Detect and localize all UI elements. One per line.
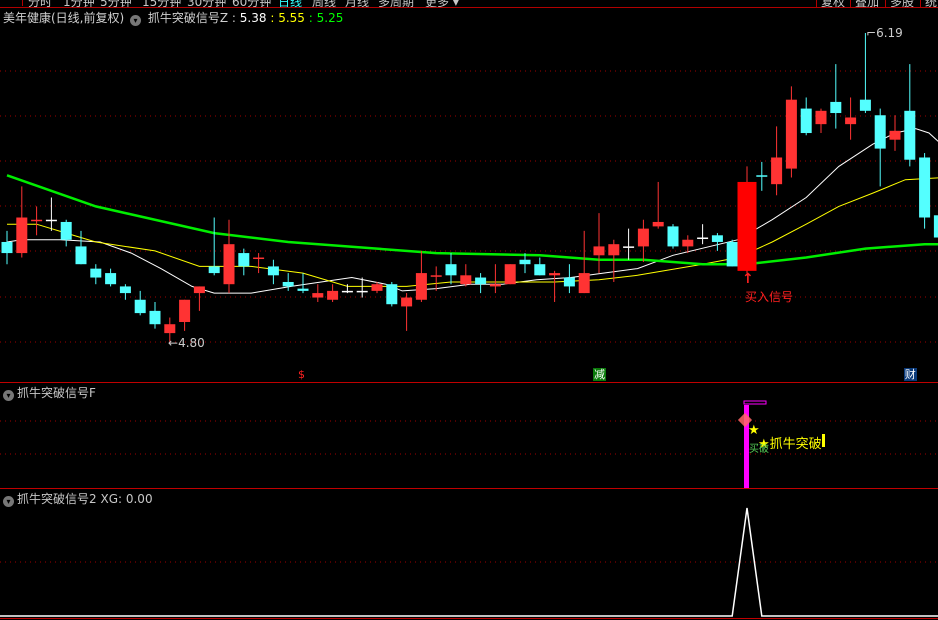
panel3-title: 抓牛突破信号2 (17, 492, 97, 506)
candle-body (1, 241, 13, 254)
buy-signal-label: 买入信号 (745, 290, 794, 304)
candle-body (45, 219, 57, 222)
candle-body (415, 273, 427, 300)
candle-body (726, 241, 738, 267)
candle-body (386, 284, 398, 305)
ma-line-long (6, 174, 938, 266)
candle-body (282, 281, 294, 287)
panel-divider (0, 488, 938, 489)
candle-body (164, 324, 176, 334)
candle-body (504, 264, 516, 285)
candle-body (608, 244, 620, 256)
candle-body (312, 293, 324, 298)
candle-body (475, 277, 487, 285)
candle-body (756, 175, 768, 177)
event-tag[interactable]: 减 (593, 368, 606, 381)
xg-value: 0.00 (125, 492, 153, 506)
candle-body (933, 215, 938, 238)
candle-body (652, 221, 664, 227)
event-tag[interactable]: $ (297, 368, 306, 381)
kline-chart (0, 33, 938, 617)
candle-body (223, 244, 235, 285)
candle-body (845, 117, 857, 125)
candle-body (534, 264, 546, 276)
candle-body (327, 290, 339, 300)
candle-body (711, 235, 723, 242)
candle-body (682, 239, 694, 247)
panel2-header: ▾ 抓牛突破信号F (1, 384, 96, 401)
candle-body (401, 297, 413, 307)
candle-body (356, 290, 368, 293)
candle-body (785, 99, 797, 169)
candle-body (179, 299, 191, 322)
candle-body (430, 275, 442, 277)
candle-body (16, 217, 28, 254)
candle-body (578, 273, 590, 294)
signal-small-label: 买破 (749, 444, 769, 455)
signal-bar-cap (743, 400, 767, 405)
candle-body (489, 284, 501, 287)
panel-divider (0, 618, 938, 619)
left-arrow-icon: ← (168, 336, 179, 350)
ma-line-short (6, 128, 938, 294)
candle-body (737, 181, 757, 271)
low-price-annotation: ←4.80 (168, 336, 205, 350)
candle-body (697, 237, 709, 240)
candle-body (134, 299, 146, 314)
candle-body (771, 157, 783, 185)
candle-body (800, 108, 812, 134)
candle-body (815, 110, 827, 125)
xg-label: XG: (100, 492, 123, 506)
candle-body (341, 290, 353, 293)
candle-body (667, 226, 679, 247)
event-tag[interactable]: 财 (903, 368, 917, 381)
candle-body (623, 246, 635, 248)
candle-body (90, 268, 102, 278)
candle-body (904, 110, 916, 160)
candle-body (371, 284, 383, 291)
ma-line-mid (7, 177, 938, 287)
candle-body (193, 286, 205, 294)
candle-body (31, 219, 43, 222)
candle-body (60, 221, 72, 240)
candle-body (75, 246, 87, 265)
indicator-menu-icon[interactable]: ▾ (3, 496, 14, 507)
candle-body (445, 264, 457, 276)
star-icon: ★ (748, 423, 760, 438)
candle-body (830, 101, 842, 114)
panel3-header: ▾ 抓牛突破信号2 XG: 0.00 (1, 490, 153, 507)
low-price-label: 4.80 (178, 336, 205, 350)
high-price-label: 6.19 (876, 26, 903, 40)
candle-body (208, 266, 220, 274)
candle-body (637, 228, 649, 247)
candle-body (519, 259, 531, 265)
candle-body (874, 115, 886, 149)
candle-body (460, 275, 472, 285)
candle-body (919, 157, 931, 218)
panel2-title: 抓牛突破信号F (17, 386, 96, 400)
candle-body (119, 286, 131, 294)
high-price-annotation: ⌐6.19 (866, 26, 903, 40)
panel-divider (0, 382, 938, 383)
candle-body (105, 273, 117, 285)
candle-body (149, 310, 161, 325)
high-arrow-icon: ⌐ (866, 26, 877, 40)
candle-body (253, 257, 265, 260)
indicator-menu-icon[interactable]: ▾ (3, 390, 14, 401)
signal-marker-bar (822, 434, 825, 447)
candle-body (889, 130, 901, 140)
candle-body (267, 266, 279, 276)
candle-body (297, 288, 309, 291)
candle-body (859, 99, 871, 111)
candle-body (238, 253, 250, 267)
up-arrow-icon: ↑ (742, 271, 754, 287)
candle-body (549, 273, 561, 276)
candle-body (563, 277, 575, 287)
candle-body (593, 246, 605, 256)
